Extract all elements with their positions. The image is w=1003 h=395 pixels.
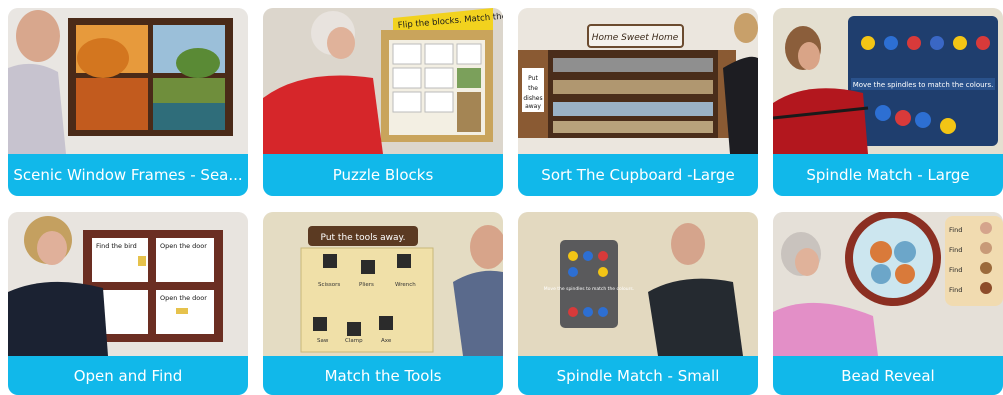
product-image[interactable]: Put the tools away. Scissors Pliers Wren… [263, 212, 503, 356]
spindle-match-large-photo: Move the spindles to match the colours. [773, 8, 1003, 154]
open-and-find-photo: Find the bird Open the door Open the doo… [8, 212, 248, 356]
product-title[interactable]: Puzzle Blocks [263, 154, 503, 196]
puzzle-blocks-photo: Flip the blocks. Match the pairs. [263, 8, 503, 154]
product-title[interactable]: Sort The Cupboard -Large [518, 154, 758, 196]
product-title[interactable]: Spindle Match - Large [773, 154, 1003, 196]
product-title[interactable]: Match the Tools [263, 356, 503, 395]
image-tool-label: Saw [317, 338, 329, 344]
product-image[interactable]: Move the spindles to match the colours. [518, 212, 758, 356]
image-instruction-text: Move the spindles to match the colours. [853, 81, 994, 89]
svg-text:dishes: dishes [523, 95, 542, 102]
product-card-sort-the-cupboard[interactable]: Home Sweet Home Put the dishes away Sort… [518, 8, 758, 196]
product-title[interactable]: Spindle Match - Small [518, 356, 758, 395]
image-tool-label: Clamp [345, 338, 363, 344]
spindle-match-small-photo: Move the spindles to match the colours. [518, 212, 758, 356]
bead-reveal-photo: Find Find Find Find [773, 212, 1003, 356]
image-card-text: Find the bird [96, 242, 137, 250]
image-find-text: Find [949, 226, 962, 234]
product-card-spindle-match-small[interactable]: Move the spindles to match the colours. … [518, 212, 758, 395]
product-card-open-and-find[interactable]: Find the bird Open the door Open the doo… [8, 212, 248, 395]
image-tool-label: Axe [381, 338, 392, 344]
image-tool-label: Pliers [359, 282, 374, 288]
product-image[interactable]: Move the spindles to match the colours. [773, 8, 1003, 154]
image-card-text: Open the door [160, 242, 207, 250]
svg-text:Put: Put [528, 75, 538, 82]
product-card-match-the-tools[interactable]: Put the tools away. Scissors Pliers Wren… [263, 212, 503, 395]
product-card-scenic-window-frames[interactable]: Scenic Window Frames - Sea... [8, 8, 248, 196]
product-title[interactable]: Open and Find [8, 356, 248, 395]
product-card-puzzle-blocks[interactable]: Flip the blocks. Match the pairs. Puzzle [263, 8, 503, 196]
product-image[interactable]: Find the bird Open the door Open the doo… [8, 212, 248, 356]
image-instruction-text: Move the spindles to match the colours. [544, 286, 634, 292]
image-find-text: Find [949, 266, 962, 274]
match-the-tools-photo: Put the tools away. Scissors Pliers Wren… [263, 212, 503, 356]
svg-text:the: the [528, 85, 538, 92]
product-image[interactable]: Home Sweet Home Put the dishes away [518, 8, 758, 154]
scenic-window-photo [8, 8, 248, 154]
image-tool-label: Scissors [318, 282, 340, 288]
product-card-bead-reveal[interactable]: Find Find Find Find Bead Reveal [773, 212, 1003, 395]
image-card-text: Open the door [160, 294, 207, 302]
product-image[interactable] [8, 8, 248, 154]
image-find-text: Find [949, 286, 962, 294]
product-title[interactable]: Scenic Window Frames - Sea... [8, 154, 248, 196]
svg-text:away: away [525, 103, 541, 110]
image-tool-label: Wrench [395, 282, 416, 288]
image-sign-text: Put the tools away. [321, 233, 406, 243]
product-card-spindle-match-large[interactable]: Move the spindles to match the colours. … [773, 8, 1003, 196]
image-sign-text: Home Sweet Home [592, 33, 679, 43]
product-grid: Scenic Window Frames - Sea... Flip the b… [0, 0, 1003, 395]
product-title[interactable]: Bead Reveal [773, 356, 1003, 395]
product-image[interactable]: Find Find Find Find [773, 212, 1003, 356]
cupboard-photo: Home Sweet Home Put the dishes away [518, 8, 758, 154]
image-find-text: Find [949, 246, 962, 254]
product-image[interactable]: Flip the blocks. Match the pairs. [263, 8, 503, 154]
